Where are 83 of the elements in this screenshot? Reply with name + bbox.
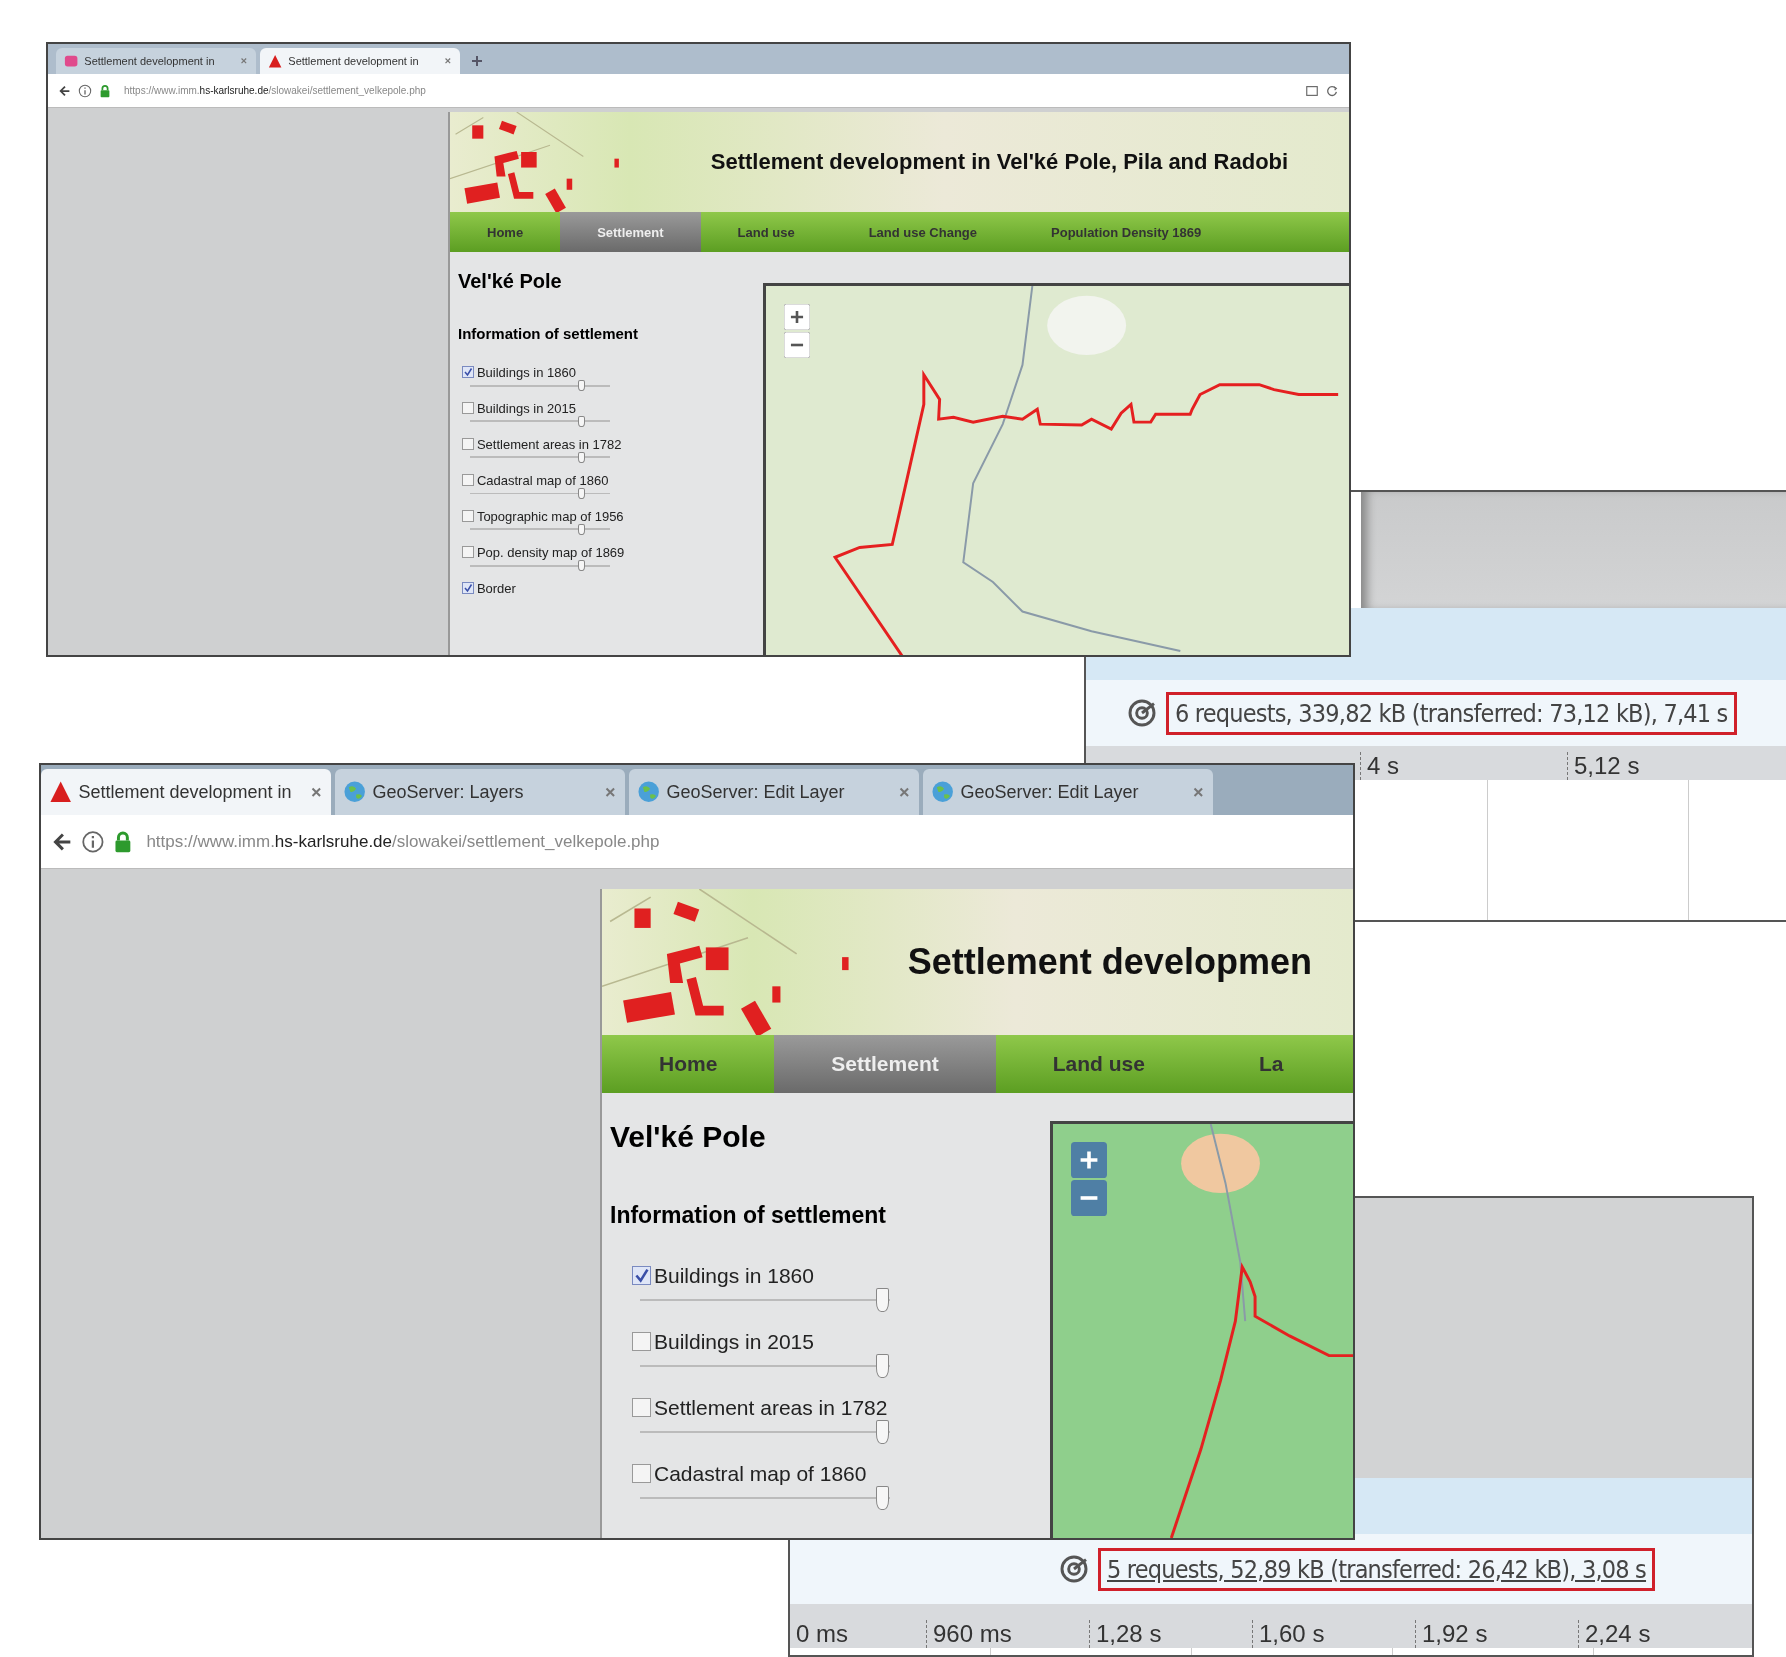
- new-tab-icon[interactable]: [470, 54, 484, 68]
- slider-thumb[interactable]: [876, 1287, 889, 1312]
- checkbox[interactable]: [632, 1266, 651, 1285]
- checkbox[interactable]: [632, 1464, 651, 1483]
- page-title: Settlement development in Vel'ké Pole, Pila and Radobi: [710, 149, 1289, 175]
- section-heading: Information of settlement: [610, 1202, 887, 1229]
- globe-icon: [931, 780, 955, 804]
- slider-thumb[interactable]: [578, 379, 586, 391]
- layer-label: Topographic map of 1956: [476, 508, 624, 524]
- triangle-icon: [49, 780, 73, 804]
- reload-icon[interactable]: [1058, 1553, 1090, 1585]
- slider-thumb[interactable]: [578, 523, 586, 535]
- slider-thumb[interactable]: [578, 415, 586, 427]
- place-heading: Vel'ké Pole: [610, 1120, 767, 1154]
- info-icon[interactable]: [78, 83, 92, 98]
- triangle-icon: [268, 53, 283, 69]
- place-heading: Vel'ké Pole: [458, 270, 563, 293]
- slider-thumb[interactable]: [876, 1353, 889, 1378]
- network-summary: 5 requests, 52,89 kB (transferred: 26,42 kB), 3,08 s: [1098, 1547, 1656, 1591]
- back-arrow-icon[interactable]: [58, 83, 72, 98]
- close-icon[interactable]: [604, 785, 617, 799]
- checkbox[interactable]: [632, 1398, 651, 1417]
- layer-label: Border: [476, 580, 516, 596]
- browser-tab[interactable]: Settlement development in: [56, 48, 256, 74]
- reload-icon[interactable]: [1325, 83, 1339, 98]
- layer-label: Buildings in 1860: [476, 364, 576, 380]
- nav-link[interactable]: Land use: [995, 1035, 1202, 1093]
- close-icon[interactable]: [240, 57, 248, 65]
- reader-icon[interactable]: [1305, 83, 1319, 98]
- close-icon[interactable]: [444, 57, 452, 65]
- layer-label: Buildings in 2015: [476, 400, 576, 416]
- layer-label: Cadastral map of 1860: [476, 472, 609, 488]
- layer-label: Buildings in 2015: [654, 1329, 814, 1354]
- reload-icon[interactable]: [1126, 697, 1158, 729]
- layer-label: Buildings in 1860: [654, 1263, 814, 1288]
- zoom-in-button[interactable]: [784, 304, 810, 330]
- checkbox[interactable]: [461, 366, 474, 378]
- slider-thumb[interactable]: [876, 1485, 889, 1510]
- slider-thumb[interactable]: [578, 487, 586, 499]
- nav-link[interactable]: Settlement: [560, 212, 701, 252]
- layer-label: Settlement areas in 1782: [654, 1395, 888, 1420]
- nav-link[interactable]: La: [1201, 1035, 1341, 1093]
- checkbox[interactable]: [461, 546, 474, 558]
- zoom-out-button[interactable]: [784, 332, 810, 358]
- zoom-in-button[interactable]: [1071, 1142, 1107, 1178]
- browser-tab[interactable]: GeoServer: Layers: [335, 769, 625, 815]
- nav-link[interactable]: Population Density 1869: [1014, 212, 1239, 252]
- timeline-tick: 0 ms: [795, 1620, 849, 1648]
- checkbox[interactable]: [461, 474, 474, 486]
- zoom-out-button[interactable]: [1071, 1180, 1107, 1216]
- section-heading: Information of settlement: [458, 325, 639, 342]
- close-icon[interactable]: [310, 785, 323, 799]
- close-icon[interactable]: [898, 785, 911, 799]
- network-summary: 6 requests, 339,82 kB (transferred: 73,12 kB), 7,41 s: [1166, 691, 1737, 735]
- layer-label: Cadastral map of 1860: [654, 1461, 867, 1486]
- info-icon[interactable]: [80, 829, 105, 854]
- nav-link[interactable]: Settlement: [774, 1035, 996, 1093]
- slider-thumb[interactable]: [578, 451, 586, 463]
- browser-tab[interactable]: GeoServer: Edit Layer: [923, 769, 1213, 815]
- page-title: Settlement developmen: [907, 941, 1312, 983]
- browser-tab[interactable]: Settlement development in: [41, 769, 331, 815]
- url-text: https://www.imm.hs-karlsruhe.de/slowakei/settlement_velkepole.php: [124, 85, 426, 96]
- browser-tab[interactable]: Settlement development in: [260, 48, 460, 74]
- square-icon: [64, 53, 79, 69]
- lock-icon: [98, 83, 112, 98]
- globe-icon: [637, 780, 661, 804]
- nav-link[interactable]: Land use Change: [831, 212, 1015, 252]
- browser-tab[interactable]: GeoServer: Edit Layer: [629, 769, 919, 815]
- slider-thumb[interactable]: [578, 559, 586, 571]
- layer-label: Settlement areas in 1782: [476, 436, 622, 452]
- checkbox[interactable]: [461, 510, 474, 522]
- nav-link[interactable]: Home: [450, 212, 561, 252]
- nav-link[interactable]: Land use: [700, 212, 832, 252]
- layer-label: Pop. density map of 1869: [476, 544, 625, 560]
- globe-icon: [343, 780, 367, 804]
- nav-link[interactable]: Home: [602, 1035, 775, 1093]
- checkbox[interactable]: [461, 582, 474, 594]
- slider-thumb[interactable]: [876, 1419, 889, 1444]
- close-icon[interactable]: [1192, 785, 1205, 799]
- checkbox[interactable]: [461, 438, 474, 450]
- checkbox[interactable]: [461, 402, 474, 414]
- checkbox[interactable]: [632, 1332, 651, 1351]
- url-text: https://www.imm.hs-karlsruhe.de/slowakei/settlement_velkepole.php: [146, 831, 660, 852]
